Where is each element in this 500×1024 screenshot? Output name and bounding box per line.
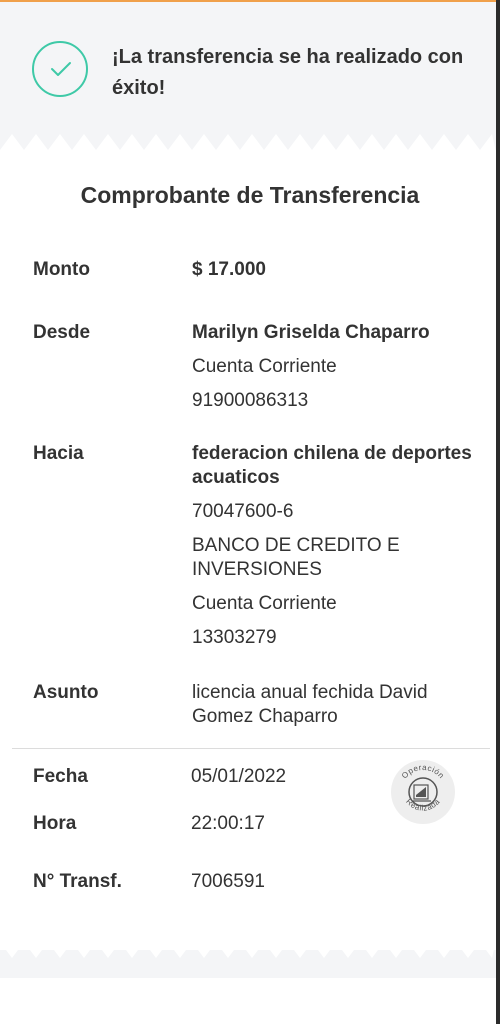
receipt-bottom-edge (0, 940, 496, 958)
monto-label: Monto (33, 259, 90, 280)
asunto-label: Asunto (33, 682, 99, 703)
hora-label: Hora (33, 813, 77, 834)
monto-value: $ 17.000 (192, 258, 472, 282)
transf-label: N° Transf. (33, 871, 122, 892)
check-circle-icon (32, 41, 88, 97)
asunto-value: licencia anual fechida David Gomez Chapa… (192, 681, 472, 729)
operation-stamp-icon: Operación Realizada (391, 760, 455, 824)
transf-value: 7006591 (191, 871, 265, 892)
bottom-blank-area (0, 978, 496, 1024)
receipt-top-edge (0, 134, 496, 152)
hacia-rut: 70047600-6 (192, 501, 294, 522)
desde-account-type: Cuenta Corriente (192, 356, 337, 377)
hacia-account-number: 13303279 (192, 627, 277, 648)
hacia-value: federacion chilena de deportes acuaticos… (192, 442, 472, 650)
success-message: ¡La transferencia se ha realizado con éx… (112, 46, 464, 99)
desde-account-number: 91900086313 (192, 390, 309, 411)
asunto-text: licencia anual fechida David Gomez Chapa… (192, 682, 428, 727)
right-edge (496, 0, 500, 1024)
success-banner: ¡La transferencia se ha realizado con éx… (0, 2, 496, 152)
monto-amount: $ 17.000 (192, 259, 266, 280)
desde-value: Marilyn Griselda Chaparro Cuenta Corrien… (192, 321, 472, 413)
fecha-label: Fecha (33, 766, 88, 787)
divider (12, 748, 490, 749)
hacia-name: federacion chilena de deportes acuaticos (192, 443, 472, 488)
hacia-label: Hacia (33, 443, 84, 464)
hacia-bank: BANCO DE CREDITO E INVERSIONES (192, 535, 400, 580)
desde-name: Marilyn Griselda Chaparro (192, 322, 430, 343)
desde-label: Desde (33, 322, 91, 343)
hacia-account-type: Cuenta Corriente (192, 593, 337, 614)
receipt-title: Comprobante de Transferencia (80, 182, 420, 208)
